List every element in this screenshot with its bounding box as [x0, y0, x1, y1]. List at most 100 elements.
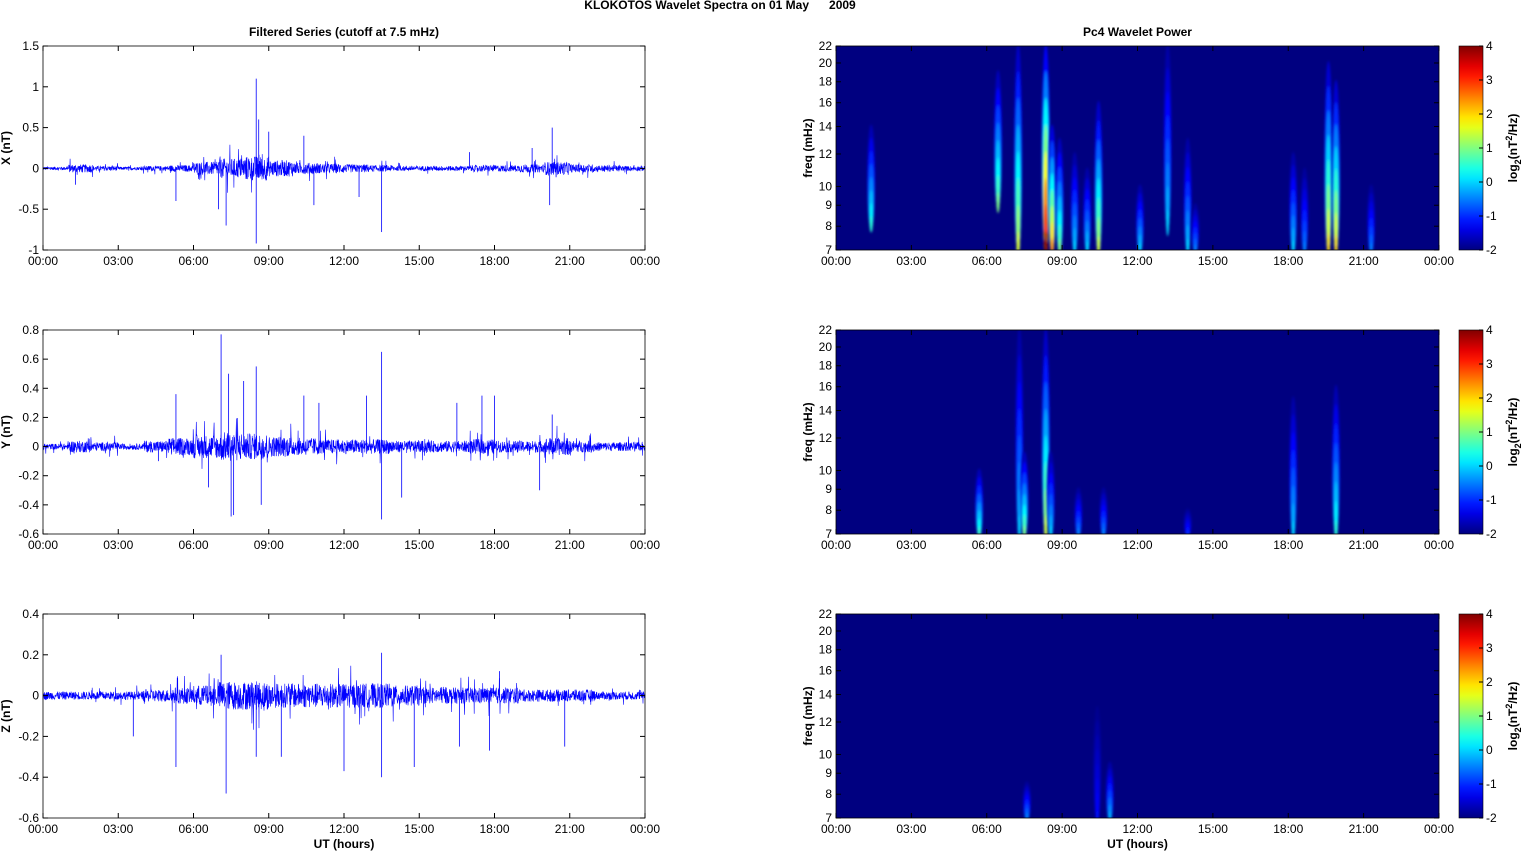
colorbar-tick-label: 0	[1486, 175, 1493, 189]
x-tick-label: 18:00	[479, 254, 509, 268]
colorbar-tick-label: 0	[1486, 743, 1493, 757]
y-tick-label: -0.2	[18, 729, 39, 743]
x-tick-label: 06:00	[178, 822, 208, 836]
x-tick-label: 15:00	[1198, 538, 1228, 552]
y-tick-label: 20	[819, 56, 833, 70]
colorbar-tick-label: 4	[1486, 323, 1493, 337]
spectrogram-background	[836, 330, 1439, 534]
x-tick-label: 03:00	[896, 822, 926, 836]
y-tick-label: 12	[819, 147, 833, 161]
x-tick-label: 18:00	[1273, 822, 1303, 836]
y-tick-label: 1	[32, 80, 39, 94]
y-tick-label: 9	[825, 766, 832, 780]
y-tick-label: -0.6	[18, 811, 39, 825]
colorbar-tick-label: 3	[1486, 641, 1493, 655]
y-tick-label: 14	[819, 688, 833, 702]
y-tick-label: 18	[819, 643, 833, 657]
y-tick-label: 22	[819, 39, 833, 53]
y-axis-label: freq (mHz)	[801, 686, 815, 745]
y-tick-label: 0.8	[22, 323, 39, 337]
x-tick-label: 12:00	[329, 254, 359, 268]
x-tick-label: 18:00	[1273, 254, 1303, 268]
y-tick-label: 8	[825, 219, 832, 233]
y-tick-label: 18	[819, 359, 833, 373]
x-tick-label: 03:00	[896, 254, 926, 268]
colorbar-tick-label: 3	[1486, 73, 1493, 87]
y-tick-label: 16	[819, 96, 833, 110]
y-tick-label: 16	[819, 664, 833, 678]
y-tick-label: 0.2	[22, 410, 39, 424]
x-tick-label: 12:00	[1122, 822, 1152, 836]
x-tick-label: 09:00	[254, 538, 284, 552]
colorbar-tick-label: 0	[1486, 459, 1493, 473]
y-tick-label: -0.4	[18, 770, 39, 784]
y-tick-label: 0.6	[22, 352, 39, 366]
x-tick-label: 21:00	[555, 254, 585, 268]
y-tick-label: 0.4	[22, 607, 39, 621]
y-tick-label: 0.2	[22, 648, 39, 662]
y-tick-label: 0	[32, 689, 39, 703]
x-tick-label: 21:00	[1349, 538, 1379, 552]
x-tick-label: 21:00	[555, 822, 585, 836]
y-tick-label: -0.6	[18, 527, 39, 541]
colorbar-tick-label: 4	[1486, 39, 1493, 53]
colorbar-tick-label: 1	[1486, 425, 1493, 439]
x-tick-label: 06:00	[178, 538, 208, 552]
colorbar-X: -2 -1 0 1 2 3 4 log2(nT2/Hz)	[1458, 39, 1523, 257]
y-tick-label: 20	[819, 624, 833, 638]
x-tick-label: 15:00	[404, 538, 434, 552]
colorbar-tick-label: 4	[1486, 607, 1493, 621]
x-tick-label: 21:00	[1349, 254, 1379, 268]
y-axis-label: freq (mHz)	[801, 118, 815, 177]
x-tick-label: 00:00	[1424, 822, 1454, 836]
y-tick-label: 18	[819, 75, 833, 89]
x-tick-label: 09:00	[1047, 822, 1077, 836]
x-tick-label: 03:00	[103, 254, 133, 268]
axes-title: Pc4 Wavelet Power	[1083, 25, 1192, 39]
x-tick-label: 12:00	[329, 538, 359, 552]
x-tick-label: 00:00	[630, 254, 660, 268]
y-tick-label: 9	[825, 482, 832, 496]
y-tick-label: 7	[825, 527, 832, 541]
colorbar-tick-label: 1	[1486, 141, 1493, 155]
x-tick-label: 09:00	[1047, 254, 1077, 268]
colorbar-tick-label: -2	[1486, 527, 1497, 541]
y-axis-label: Y (nT)	[0, 415, 13, 449]
x-tick-label: 09:00	[254, 822, 284, 836]
x-tick-label: 15:00	[404, 822, 434, 836]
x-tick-label: 03:00	[896, 538, 926, 552]
y-tick-label: 10	[819, 179, 833, 193]
x-tick-label: 06:00	[972, 254, 1002, 268]
y-tick-label: 0	[32, 161, 39, 175]
colorbar-label: log2(nT2/Hz)	[1504, 114, 1523, 183]
colorbar-tick-label: 2	[1486, 107, 1493, 121]
x-tick-label: 03:00	[103, 538, 133, 552]
y-tick-label: -0.5	[18, 202, 39, 216]
x-tick-label: 06:00	[972, 822, 1002, 836]
x-tick-label: 18:00	[1273, 538, 1303, 552]
x-tick-label: 21:00	[555, 538, 585, 552]
y-tick-label: 8	[825, 503, 832, 517]
x-tick-label: 09:00	[254, 254, 284, 268]
x-axis-label: UT (hours)	[314, 837, 375, 851]
y-tick-label: -0.2	[18, 469, 39, 483]
y-tick-label: 0	[32, 440, 39, 454]
y-tick-label: 9	[825, 198, 832, 212]
colorbar-label: log2(nT2/Hz)	[1504, 682, 1523, 751]
y-tick-label: 22	[819, 607, 833, 621]
colorbar-tick-label: -1	[1486, 777, 1497, 791]
x-tick-label: 12:00	[1122, 538, 1152, 552]
x-tick-label: 00:00	[630, 538, 660, 552]
y-axis-label: Z (nT)	[0, 699, 13, 732]
y-tick-label: 16	[819, 380, 833, 394]
colorbar-Z: -2 -1 0 1 2 3 4 log2(nT2/Hz)	[1458, 607, 1523, 825]
colorbar-tick-label: 1	[1486, 709, 1493, 723]
x-tick-label: 00:00	[1424, 254, 1454, 268]
spectrogram-background	[836, 614, 1439, 818]
y-tick-label: 10	[819, 747, 833, 761]
y-tick-label: 14	[819, 404, 833, 418]
colorbar-tick-label: 2	[1486, 391, 1493, 405]
spectrogram-Z	[836, 614, 1439, 818]
wavelet-figure: KLOKOTOS Wavelet Spectra on 01 May 2009 …	[0, 0, 1523, 851]
y-tick-label: 20	[819, 340, 833, 354]
